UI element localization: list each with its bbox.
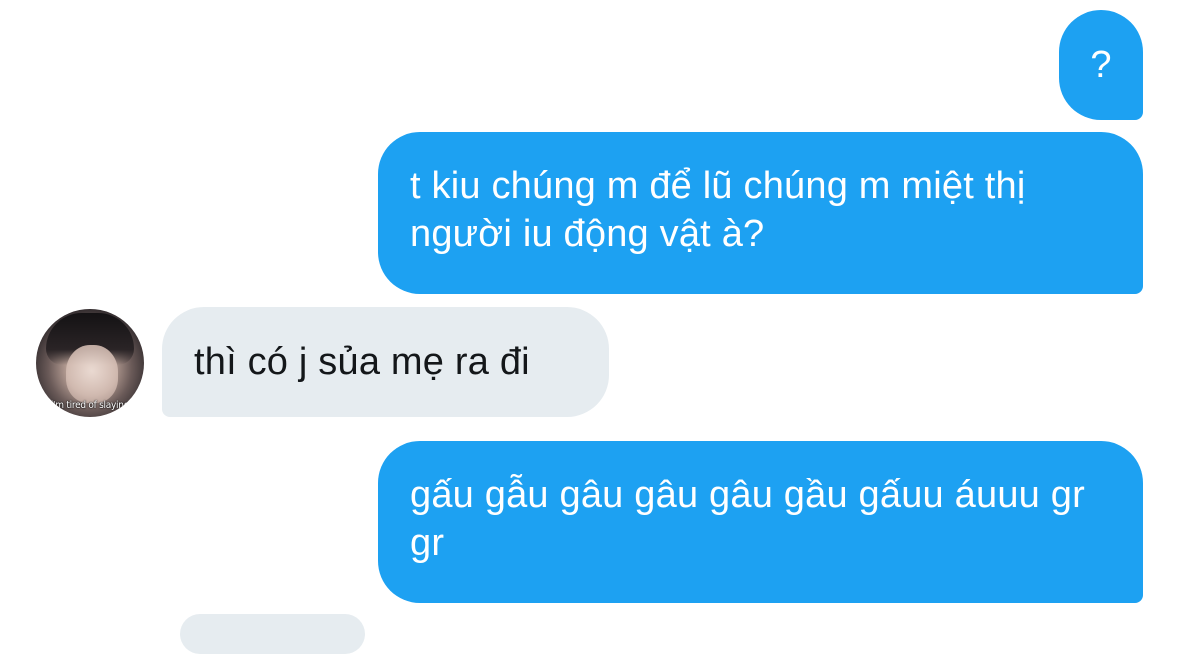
avatar[interactable]: i'm tired of slaying (36, 309, 144, 417)
avatar-caption: i'm tired of slaying (50, 400, 130, 411)
message-text: ? (1090, 44, 1112, 86)
message-thread: ? t kiu chúng m để lũ chúng m miệt thị n… (0, 0, 1179, 654)
incoming-message-bubble[interactable]: thì có j sủa mẹ ra đi (162, 307, 609, 417)
outgoing-message-bubble[interactable]: ? (1059, 10, 1143, 120)
outgoing-message-bubble[interactable]: t kiu chúng m để lũ chúng m miệt thị ngư… (378, 132, 1143, 294)
outgoing-message-bubble[interactable]: gấu gẫu gâu gâu gâu gầu gấuu áuuu gr gr (378, 441, 1143, 603)
message-text: t kiu chúng m để lũ chúng m miệt thị ngư… (410, 165, 1026, 255)
avatar-face (66, 345, 118, 403)
incoming-message-bubble-partial[interactable] (180, 614, 365, 654)
message-text: thì có j sủa mẹ ra đi (194, 341, 530, 383)
message-text: gấu gẫu gâu gâu gâu gầu gấuu áuuu gr gr (410, 474, 1085, 564)
